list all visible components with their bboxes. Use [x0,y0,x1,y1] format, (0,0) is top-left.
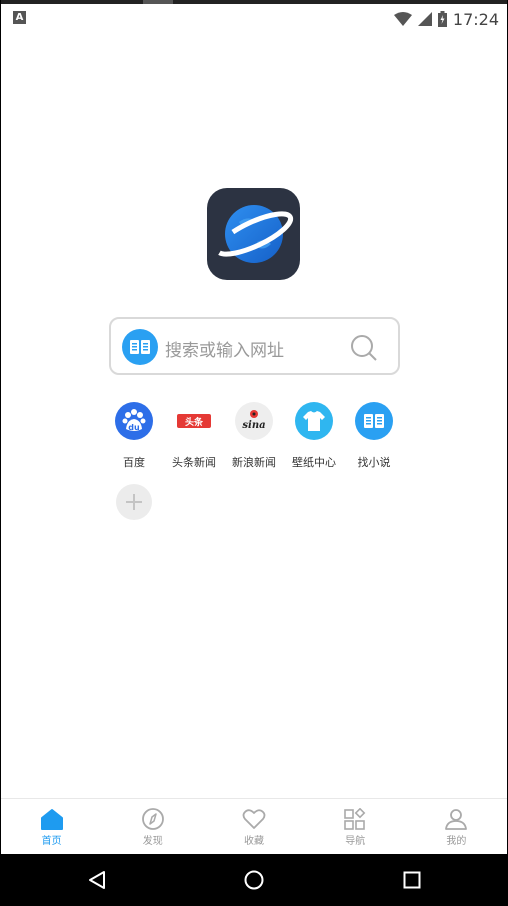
book-icon [355,402,393,440]
nav-label: 导航 [345,836,366,847]
camera-notch [143,0,173,4]
bottom-nav: 首页 发现 收藏 导航 我的 [1,798,507,854]
signal-icon [417,12,432,26]
shortcut-label: 新浪新闻 [232,456,276,469]
shortcut-baidu[interactable]: du 百度 [104,400,164,470]
add-shortcut-button[interactable] [116,484,152,520]
compass-icon [141,808,164,830]
shortcut-label: 百度 [123,456,145,469]
plus-icon [126,494,142,510]
toutiao-icon-text: 头条 [185,416,204,428]
browser-home-screen: A 17:24 搜索或输入网址 du 百度 头条 头条新闻 sina 新浪新闻 … [1,0,507,906]
user-icon [445,809,468,830]
wifi-icon [393,12,412,26]
novel-book-icon[interactable] [122,329,158,365]
nav-profile[interactable]: 我的 [406,799,507,854]
notification-icon: A [13,11,26,24]
sina-icon-text: sina [242,420,265,431]
nav-navigation[interactable]: 导航 [305,799,406,854]
battery-icon [437,11,447,27]
toutiao-icon: 头条 [175,402,213,440]
nav-discover[interactable]: 发现 [102,799,203,854]
nav-label: 首页 [41,836,62,847]
shortcut-wallpaper[interactable]: 壁纸中心 [284,400,344,470]
recents-icon[interactable] [403,871,421,889]
nav-favorites[interactable]: 收藏 [203,799,304,854]
baidu-icon: du [115,402,153,440]
nav-label: 收藏 [244,836,264,847]
back-icon[interactable] [87,870,107,890]
nav-label: 发现 [142,836,163,847]
tshirt-icon [295,402,333,440]
status-indicators: 17:24 [393,9,499,29]
planet-logo-icon [214,205,294,263]
search-bar[interactable]: 搜索或输入网址 [109,317,400,375]
shortcut-novel[interactable]: 找小说 [344,400,404,470]
shortcut-label: 头条新闻 [172,456,216,469]
baidu-icon-text: du [128,423,140,432]
shortcut-sina[interactable]: sina 新浪新闻 [224,400,284,470]
search-input[interactable]: 搜索或输入网址 [165,336,284,361]
sina-icon: sina [235,402,273,440]
grid-icon [344,808,366,830]
heart-icon [242,809,266,829]
home-icon [40,809,63,830]
nav-label: 我的 [446,836,467,847]
home-circle-icon[interactable] [244,870,264,890]
nav-home[interactable]: 首页 [1,799,102,854]
status-bar: A 17:24 [1,0,507,34]
app-logo [207,188,300,280]
shortcut-label: 壁纸中心 [292,456,336,469]
shortcut-label: 找小说 [357,456,391,469]
system-nav-bar [1,854,507,906]
shortcut-toutiao[interactable]: 头条 头条新闻 [164,400,224,470]
clock: 17:24 [452,9,499,29]
search-icon[interactable] [350,334,378,362]
